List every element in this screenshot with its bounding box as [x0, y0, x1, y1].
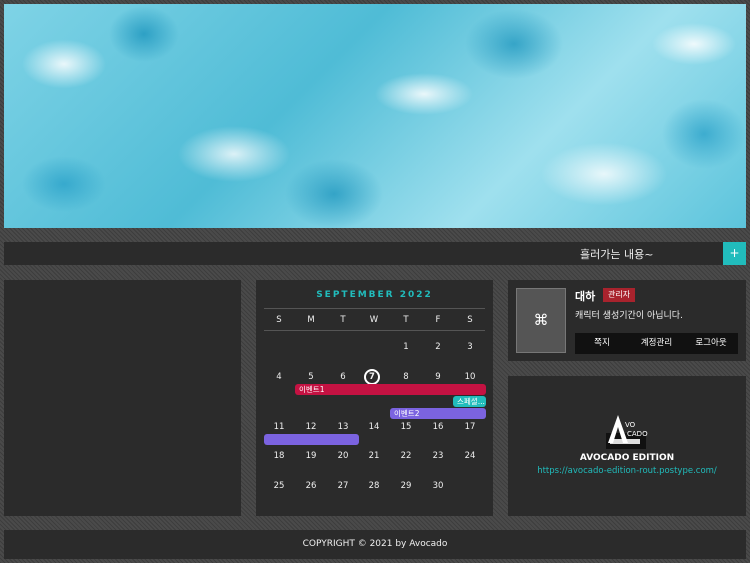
calendar-day[interactable]: 3: [457, 342, 483, 352]
profile-name: 대하: [575, 290, 596, 303]
calendar-event[interactable]: [264, 434, 359, 445]
calendar-event[interactable]: 이벤트1: [295, 384, 486, 395]
calendar-day[interactable]: 7: [364, 369, 380, 385]
calendar-day[interactable]: 11: [266, 422, 292, 432]
calendar-event[interactable]: 스페셜...: [453, 396, 486, 407]
calendar-day[interactable]: 14: [361, 422, 387, 432]
left-panel: [4, 280, 241, 516]
weekday-label: T: [340, 315, 346, 325]
calendar-title: SEPTEMBER 2022: [316, 290, 433, 300]
weekday-label: M: [307, 315, 315, 325]
calendar-divider: [264, 308, 485, 309]
profile-panel: ⌘ 대하 관리자 캐릭터 생성기간이 아닙니다. 쪽지 계정관리 로그아웃: [508, 280, 746, 361]
calendar-day[interactable]: 22: [393, 451, 419, 461]
header-banner-image: [4, 4, 746, 228]
calendar-day[interactable]: 28: [361, 481, 387, 491]
calendar-day[interactable]: 6: [330, 372, 356, 382]
calendar-event[interactable]: 이벤트2: [390, 408, 486, 419]
svg-text:CADO: CADO: [627, 430, 648, 438]
calendar-day[interactable]: 5: [298, 372, 324, 382]
avocado-logo-icon: VO CADO: [606, 415, 648, 449]
calendar-day[interactable]: 1: [393, 342, 419, 352]
calendar-day[interactable]: 25: [266, 481, 292, 491]
calendar-day[interactable]: 13: [330, 422, 356, 432]
expand-button[interactable]: +: [723, 242, 746, 265]
role-badge: 관리자: [603, 288, 636, 302]
marquee-bar: 흘러가는 내용~ +: [4, 242, 746, 265]
footer: COPYRIGHT © 2021 by Avocado: [4, 530, 746, 559]
calendar-day[interactable]: 12: [298, 422, 324, 432]
logo-link[interactable]: https://avocado-edition-rout.postype.com…: [508, 466, 746, 476]
calendar-day[interactable]: 26: [298, 481, 324, 491]
calendar-day[interactable]: 16: [425, 422, 451, 432]
account-settings-button[interactable]: 계정관리: [629, 333, 684, 354]
calendar-day[interactable]: 2: [425, 342, 451, 352]
calendar-day[interactable]: 30: [425, 481, 451, 491]
calendar-day[interactable]: 17: [457, 422, 483, 432]
calendar-day[interactable]: 24: [457, 451, 483, 461]
calendar-day[interactable]: 8: [393, 372, 419, 382]
marquee-text: 흘러가는 내용~: [580, 248, 654, 261]
calendar-day[interactable]: 27: [330, 481, 356, 491]
calendar-day[interactable]: 23: [425, 451, 451, 461]
calendar-divider: [264, 330, 485, 331]
svg-text:VO: VO: [625, 421, 636, 429]
logo-title: AVOCADO EDITION: [579, 453, 675, 463]
weekday-label: T: [403, 315, 409, 325]
weekday-label: S: [276, 315, 282, 325]
calendar-day[interactable]: 19: [298, 451, 324, 461]
weekday-label: F: [435, 315, 441, 325]
message-button[interactable]: 쪽지: [575, 333, 629, 354]
calendar-day[interactable]: 21: [361, 451, 387, 461]
weekday-label: S: [467, 315, 473, 325]
calendar-day[interactable]: 29: [393, 481, 419, 491]
profile-status: 캐릭터 생성기간이 아닙니다.: [575, 311, 683, 321]
logout-button[interactable]: 로그아웃: [684, 333, 738, 354]
logo-panel: VO CADO AVOCADO EDITION https://avocado-…: [508, 376, 746, 516]
profile-menu: 쪽지 계정관리 로그아웃: [575, 333, 738, 354]
calendar-day[interactable]: 18: [266, 451, 292, 461]
calendar-day[interactable]: 4: [266, 372, 292, 382]
calendar-day[interactable]: 9: [425, 372, 451, 382]
calendar-panel: SEPTEMBER 2022 S M T W T F S 1 2 3 4 5 6 7 8 9 10 11 12 13 1…: [256, 280, 493, 516]
calendar-day[interactable]: 10: [457, 372, 483, 382]
calendar-day[interactable]: 15: [393, 422, 419, 432]
avatar[interactable]: ⌘: [516, 288, 566, 353]
calendar-day[interactable]: 20: [330, 451, 356, 461]
weekday-label: W: [369, 315, 379, 325]
command-icon: ⌘: [533, 311, 549, 329]
